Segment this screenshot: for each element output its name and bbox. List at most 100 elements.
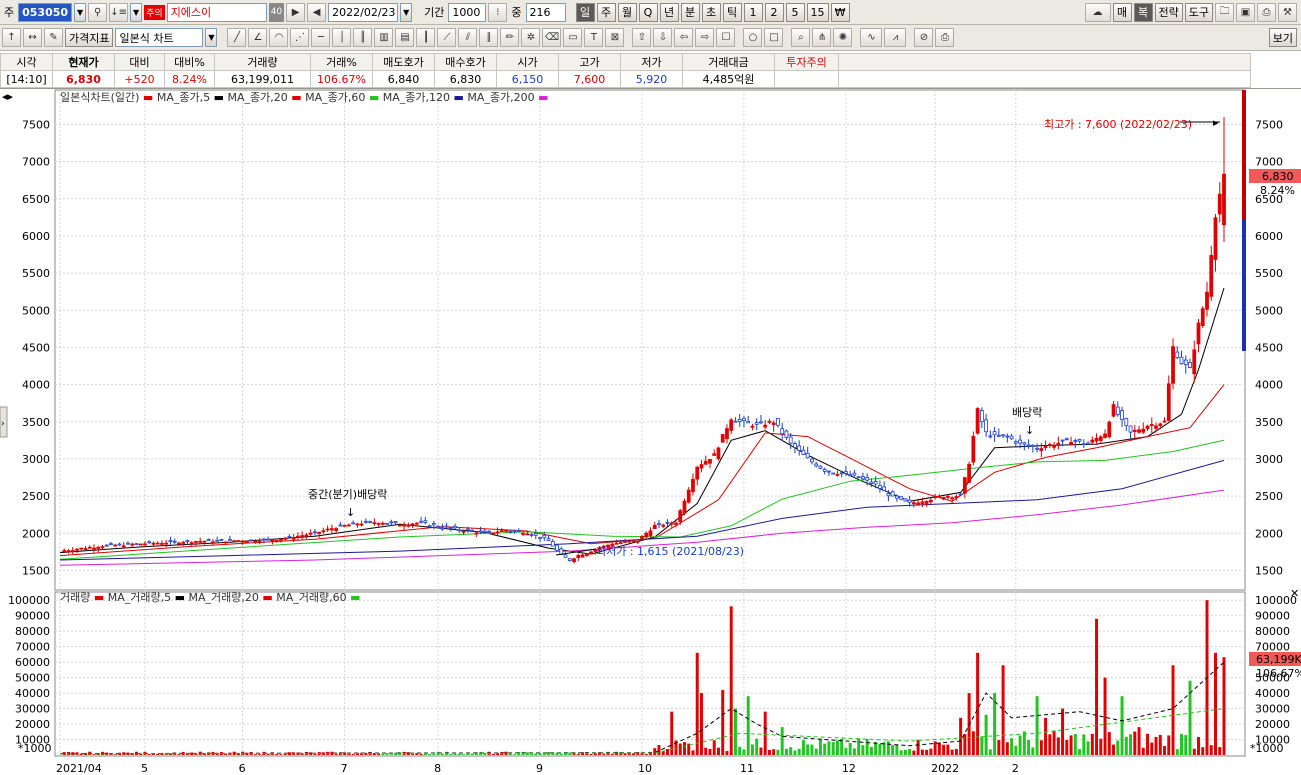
volume-bar	[695, 652, 699, 755]
timeframe-week[interactable]: 주	[596, 2, 616, 22]
timeframe-minute[interactable]: 분	[680, 2, 700, 22]
arrow-left-tool-icon[interactable]: ⇦	[674, 28, 694, 47]
interval-2[interactable]: 2	[764, 2, 784, 22]
trend-icon[interactable]: ⟋	[437, 28, 457, 47]
memo-icon[interactable]: ☐	[716, 28, 736, 47]
edit-icon[interactable]: ✎	[44, 28, 63, 47]
arrow-down-tool-icon[interactable]: ⇩	[653, 28, 673, 47]
sort-icon[interactable]: ↓≡	[109, 2, 129, 22]
sort-dropdown[interactable]: ▼	[130, 2, 143, 22]
prev-arrow-icon[interactable]: ◀	[307, 2, 327, 22]
candle-body	[767, 420, 772, 423]
trade-button[interactable]: 매	[1112, 2, 1132, 22]
interval-5[interactable]: 5	[785, 2, 805, 22]
stock-code-input[interactable]: 053050	[18, 2, 73, 22]
text-tool-icon[interactable]: T	[584, 28, 604, 47]
save-icon[interactable]: ▣	[1236, 2, 1255, 22]
arrow-up-tool-icon[interactable]: ⇧	[632, 28, 652, 47]
price-volume-chart[interactable]: 1500 1500 2000 2000 2500 2500 3000 3000 3500 3500…	[0, 89, 1301, 775]
timeframe-tick[interactable]: 틱	[722, 2, 742, 22]
fibo-table-icon[interactable]: ▤	[395, 28, 415, 47]
cross-icon[interactable]: ⊠	[605, 28, 625, 47]
cloud-icon[interactable]: ☁	[1084, 2, 1111, 22]
volume-bar	[491, 753, 495, 755]
price-indicator-button[interactable]: 가격지표	[65, 28, 114, 47]
printer-icon[interactable]: ⎙	[935, 28, 955, 47]
expand-icon[interactable]: ↔	[23, 28, 42, 47]
multi-vline-icon[interactable]: ║	[353, 28, 373, 47]
angle-tool-icon[interactable]: ∠	[248, 28, 268, 47]
volume-bar	[1201, 747, 1205, 755]
volume-bar	[1082, 734, 1086, 755]
hline-tool-icon[interactable]: ─	[311, 28, 331, 47]
chart-type-dropdown[interactable]: ▼	[205, 28, 218, 47]
volume-bar	[1171, 665, 1175, 755]
channel-icon[interactable]: ⫽	[458, 28, 478, 47]
period-input[interactable]: 1000	[448, 2, 487, 22]
wrench-icon[interactable]: ⚒	[1278, 2, 1297, 22]
candle-body	[211, 541, 215, 544]
price-tick-left: 2000	[22, 527, 50, 540]
print-icon[interactable]: ⎙	[1257, 2, 1276, 22]
magnet-icon[interactable]: ⋔	[812, 28, 832, 47]
date-input[interactable]: 2022/02/23	[328, 2, 399, 22]
parallel-icon[interactable]: ∥	[479, 28, 499, 47]
next-arrow-icon[interactable]: ▶	[286, 2, 306, 22]
grid-lines-icon[interactable]: ▥	[374, 28, 394, 47]
apply-icon[interactable]: ⁝	[488, 2, 508, 22]
folder-icon[interactable]: 🗀	[1215, 2, 1234, 22]
chart-type-select[interactable]: 일본식 차트	[115, 28, 204, 47]
candle-body	[168, 540, 173, 542]
clear-icon[interactable]: ⊘	[914, 28, 934, 47]
timeframe-year[interactable]: 년	[659, 2, 679, 22]
side-arrow-icon[interactable]: ›	[1, 419, 5, 429]
candle-body	[1120, 410, 1124, 420]
candle-body	[771, 422, 776, 426]
note-icon[interactable]: ▭	[563, 28, 583, 47]
volume-legend-title: 거래량	[60, 591, 90, 604]
wave-icon[interactable]: ∿	[860, 28, 883, 47]
price-tick-left: 5000	[22, 304, 50, 317]
zoom-icon[interactable]: ⌕	[791, 28, 811, 47]
timeframe-month[interactable]: 월	[617, 2, 637, 22]
date-dropdown[interactable]: ▼	[400, 2, 413, 22]
timeframe-second[interactable]: 초	[701, 2, 721, 22]
stock-code-dropdown[interactable]: ▼	[74, 2, 87, 22]
timeframe-day[interactable]: 일	[575, 2, 595, 22]
multi-button[interactable]: 복	[1133, 2, 1153, 22]
tools-button[interactable]: 도구	[1184, 2, 1213, 22]
line-tool-icon[interactable]: ╱	[227, 28, 247, 47]
timeframe-quarter[interactable]: Q	[638, 2, 658, 22]
fan-tool-icon[interactable]: ⋰	[290, 28, 310, 47]
magic-icon[interactable]: ✲	[521, 28, 541, 47]
interval-1[interactable]: 1	[743, 2, 763, 22]
volume-close-icon[interactable]: ✕	[1290, 587, 1299, 600]
candle-body	[567, 558, 572, 561]
bug-icon[interactable]: ✺	[833, 28, 853, 47]
volume-bar	[1218, 747, 1222, 755]
panel-expand-icon[interactable]: ◂▸	[2, 90, 14, 103]
rect-tool-icon[interactable]: □	[764, 28, 784, 47]
currency-button[interactable]: ₩	[830, 2, 850, 22]
eraser-icon[interactable]: ⌫	[542, 28, 562, 47]
vline-tool-icon[interactable]: │	[332, 28, 352, 47]
ma-legend-swatch: ▬	[139, 91, 156, 104]
volume-bar	[406, 752, 410, 755]
arrow-right-tool-icon[interactable]: ⇨	[695, 28, 715, 47]
period-lines-icon[interactable]: ┃	[416, 28, 436, 47]
up-arrow-icon[interactable]: ↑	[2, 28, 21, 47]
zigzag-icon[interactable]: ⩘	[884, 28, 907, 47]
candle-body	[436, 526, 440, 528]
interval-15[interactable]: 15	[806, 2, 829, 22]
volume-panel[interactable]	[54, 591, 1246, 757]
view-button[interactable]: 보기	[1268, 28, 1297, 47]
count-input[interactable]: 216	[525, 2, 566, 22]
search-icon[interactable]: ⚲	[88, 2, 108, 22]
chart-area[interactable]: 1500 1500 2000 2000 2500 2500 3000 3000 3500 3500…	[0, 89, 1301, 775]
circle-tool-icon[interactable]: ○	[743, 28, 763, 47]
price-panel[interactable]	[54, 89, 1246, 591]
pencil-icon[interactable]: ✏	[500, 28, 520, 47]
strategy-button[interactable]: 전략	[1154, 2, 1183, 22]
arc-tool-icon[interactable]: ◠	[269, 28, 289, 47]
stock-name-field[interactable]: 지에스이	[166, 2, 267, 22]
